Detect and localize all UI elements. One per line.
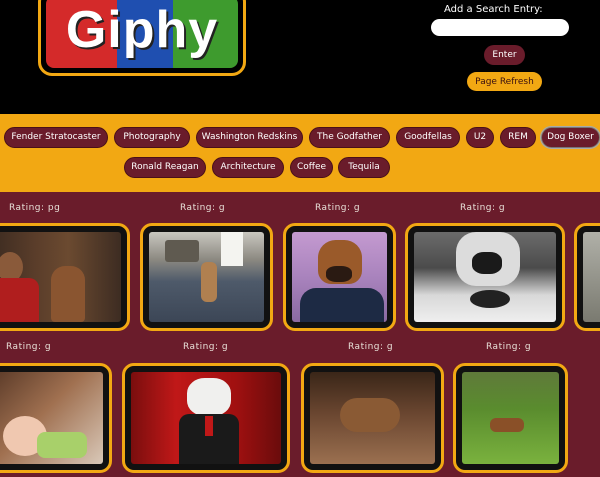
topic-button[interactable]: U2: [466, 127, 494, 148]
gif-boy-boxer: [0, 232, 121, 322]
gif-image[interactable]: [405, 223, 565, 331]
gif-rating: Rating: g: [315, 203, 361, 213]
gif-boxer-closeup: [414, 232, 556, 322]
topic-button[interactable]: Fender Stratocaster: [4, 127, 108, 148]
search-label: Add a Search Entry:: [444, 4, 543, 15]
giphy-logo: Giphy: [38, 0, 246, 76]
gif-boxer-suit: [131, 372, 281, 464]
topic-button[interactable]: Photography: [114, 127, 190, 148]
gif-rating: Rating: g: [183, 342, 229, 352]
gif-gallery: Rating: pg Rating: g Rating: g Rating: g: [0, 192, 600, 477]
topic-button[interactable]: Ronald Reagan: [124, 157, 206, 178]
topic-button[interactable]: REM: [500, 127, 536, 148]
gif-image[interactable]: [0, 223, 130, 331]
topic-button[interactable]: Goodfellas: [396, 127, 460, 148]
topic-button-active[interactable]: Dog Boxer: [540, 126, 600, 149]
topic-bar: Fender Stratocaster Photography Washingt…: [0, 114, 600, 192]
gif-rating: Rating: g: [348, 342, 394, 352]
header: Giphy Add a Search Entry: Enter Page Ref…: [0, 0, 600, 114]
gif-rating: Rating: pg: [9, 203, 61, 213]
topic-button[interactable]: Coffee: [290, 157, 333, 178]
gif-image[interactable]: [301, 363, 444, 473]
gif-rating: Rating: g: [460, 203, 506, 213]
gif-boxer-living-room: [149, 232, 264, 322]
gif-image[interactable]: [0, 363, 112, 473]
topic-button[interactable]: The Godfather: [309, 127, 390, 148]
search-input[interactable]: [431, 19, 569, 36]
gif-image[interactable]: [140, 223, 273, 331]
logo-color-blocks: Giphy: [46, 0, 238, 68]
enter-button[interactable]: Enter: [484, 45, 525, 65]
gif-image[interactable]: [283, 223, 396, 331]
gif-baby-boxer: [0, 372, 103, 464]
logo-text: Giphy: [65, 1, 219, 59]
gif-partial: [583, 232, 600, 322]
topic-button[interactable]: Tequila: [338, 157, 390, 178]
topic-button[interactable]: Washington Redskins: [196, 127, 303, 148]
gif-image[interactable]: [453, 363, 568, 473]
gif-boxer-head: [292, 232, 387, 322]
page-refresh-button[interactable]: Page Refresh: [467, 72, 542, 91]
topic-button[interactable]: Architecture: [212, 157, 284, 178]
gif-image[interactable]: [574, 223, 600, 331]
gif-rating: Rating: g: [180, 203, 226, 213]
gif-rating: Rating: g: [6, 342, 52, 352]
gif-rating: Rating: g: [486, 342, 532, 352]
gif-image[interactable]: [122, 363, 290, 473]
gif-boxer-grass: [462, 372, 559, 464]
gif-boxer-couch: [310, 372, 435, 464]
